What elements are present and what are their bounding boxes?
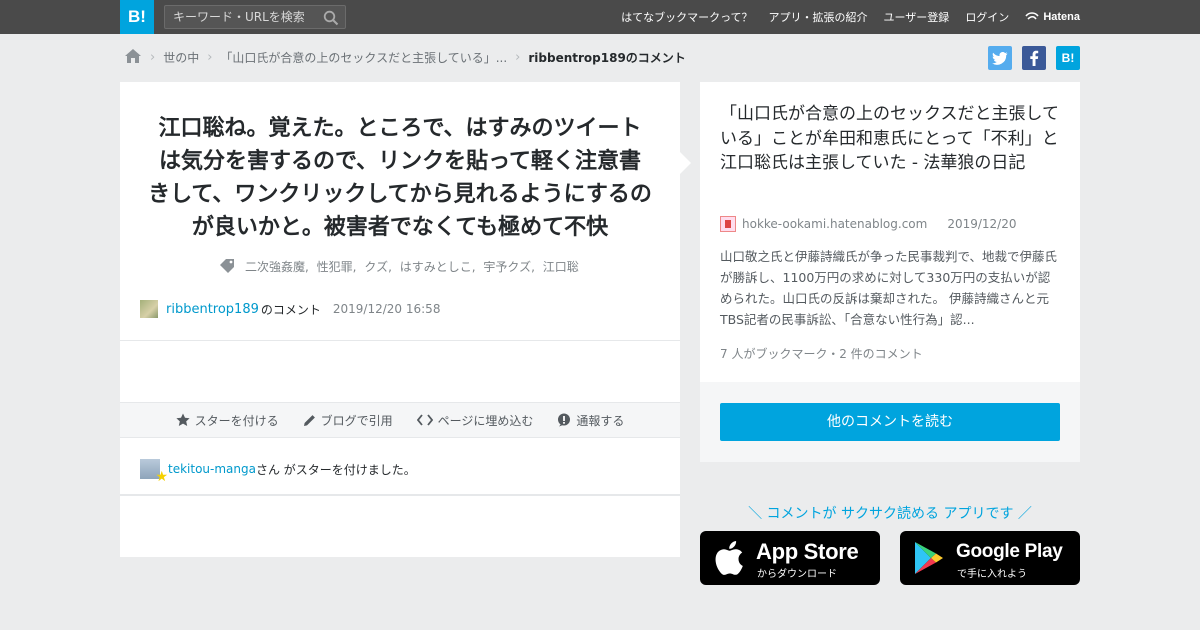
entry-domain-link[interactable]: hokke-ookami.hatenablog.com <box>742 217 927 231</box>
avatar[interactable] <box>140 300 158 318</box>
star-list-item: ★ tekitou-manga さん がスターを付けました。 <box>140 459 416 485</box>
divider <box>120 340 680 341</box>
author-link[interactable]: ribbentrop189 <box>166 302 259 317</box>
site-favicon-icon <box>720 216 736 232</box>
chevron-right-icon: › <box>515 49 521 65</box>
embed-label: ページに埋め込む <box>437 413 534 428</box>
read-more-box: 他のコメントを読む <box>700 382 1080 462</box>
entry-card: 「山口氏が合意の上のセックスだと主張している」ことが牟田和恵氏にとって「不利」と… <box>700 82 1080 382</box>
hatena-brand-text: Hatena <box>1043 11 1080 23</box>
blog-quote-button[interactable]: ブログで引用 <box>303 412 393 429</box>
tag-icon <box>219 259 235 276</box>
breadcrumb-entry[interactable]: 「山口氏が合意の上のセックスだと主張している」... <box>220 49 507 66</box>
apple-icon <box>715 541 743 575</box>
home-icon[interactable] <box>124 48 142 67</box>
tag-link[interactable]: 宇予クズ, <box>483 260 535 274</box>
app-store-title: App Store <box>756 539 859 564</box>
report-button[interactable]: 通報する <box>557 412 624 429</box>
comment-actions: スターを付ける ブログで引用 ページに埋め込む 通報する <box>120 402 680 438</box>
card-pointer <box>680 152 691 174</box>
tag-link[interactable]: はすみとしこ, <box>400 260 476 274</box>
global-header: B! はてなブックマークって？ アプリ・拡張の紹介 ユーザー登録 ログイン Ha… <box>0 0 1200 34</box>
nav-apps[interactable]: アプリ・拡張の紹介 <box>769 9 868 25</box>
comment-datetime[interactable]: 2019/12/20 16:58 <box>333 302 441 316</box>
hatena-bookmark-logo[interactable]: B! <box>120 0 154 34</box>
search-input[interactable] <box>173 9 319 25</box>
entry-summary: 山口敬之氏と伊藤詩織氏が争った民事裁判で、地裁で伊藤氏が勝訴し、1100万円の求… <box>720 249 1058 327</box>
blog-quote-label: ブログで引用 <box>320 413 393 428</box>
entry-meta: hokke-ookami.hatenablog.com 2019/12/20 <box>720 216 1017 232</box>
add-star-button[interactable]: スターを付ける <box>175 412 279 429</box>
hatena-logo-icon <box>1025 12 1039 20</box>
hatena-share-button[interactable]: B! <box>1056 46 1080 70</box>
tag-link[interactable]: 性犯罪, <box>317 260 357 274</box>
google-play-icon <box>915 542 943 574</box>
nav-register[interactable]: ユーザー登録 <box>884 9 950 25</box>
twitter-icon <box>992 51 1008 65</box>
breadcrumb-current: ribbentrop189のコメント <box>528 50 686 65</box>
pencil-icon <box>303 414 315 426</box>
comment-text: 江口聡ね。覚えた。ところで、はすみのツイートは気分を害するので、リンクを貼って軽… <box>148 116 652 240</box>
facebook-icon <box>1030 50 1039 66</box>
alert-icon <box>558 413 571 427</box>
nav-about[interactable]: はてなブックマークって？ <box>621 9 752 25</box>
entry-title-link[interactable]: 「山口氏が合意の上のセックスだと主張している」ことが牟田和恵氏にとって「不利」と… <box>720 102 1064 176</box>
twitter-share-button[interactable] <box>988 46 1012 70</box>
add-star-label: スターを付ける <box>194 413 279 428</box>
tag-link[interactable]: クズ, <box>364 260 392 274</box>
chevron-right-icon: › <box>150 49 156 65</box>
entry-date: 2019/12/20 <box>947 217 1017 231</box>
chevron-right-icon: › <box>207 49 213 65</box>
breadcrumb: › 世の中 › 「山口氏が合意の上のセックスだと主張している」... › rib… <box>124 46 686 68</box>
star-icon: ★ <box>155 469 168 485</box>
tag-link[interactable]: 二次強姦魔, <box>245 260 309 274</box>
share-buttons: B! <box>978 46 1080 70</box>
embed-button[interactable]: ページに埋め込む <box>416 412 534 429</box>
google-play-button[interactable]: Google Play で手に入れよう <box>900 531 1080 585</box>
read-other-comments-button[interactable]: 他のコメントを読む <box>720 403 1060 441</box>
google-play-subtitle: で手に入れよう <box>957 569 1027 580</box>
entry-bookmark-count[interactable]: 7 人がブックマーク・2 件のコメント <box>720 345 923 362</box>
comment-author: ribbentrop189 のコメント 2019/12/20 16:58 <box>140 300 440 318</box>
code-icon <box>416 414 433 426</box>
divider <box>120 494 680 496</box>
app-store-subtitle: からダウンロード <box>757 569 837 580</box>
star-user-link[interactable]: tekitou-manga <box>168 462 256 476</box>
nav-login[interactable]: ログイン <box>965 9 1009 25</box>
avatar[interactable]: ★ <box>140 459 168 485</box>
comment-card: 江口聡ね。覚えた。ところで、はすみのツイートは気分を害するので、リンクを貼って軽… <box>120 82 680 557</box>
comment-tags: 二次強姦魔, 性犯罪, クズ, はすみとしこ, 宇予クズ, 江口聡 <box>120 258 680 276</box>
search-icon[interactable] <box>323 10 339 26</box>
star-icon <box>175 413 190 426</box>
report-label: 通報する <box>576 413 625 428</box>
hatena-brand-link[interactable]: Hatena <box>1025 11 1080 23</box>
top-nav: はてなブックマークって？ アプリ・拡張の紹介 ユーザー登録 ログイン Haten… <box>605 0 1080 34</box>
author-suffix: のコメント <box>260 302 321 317</box>
facebook-share-button[interactable] <box>1022 46 1046 70</box>
breadcrumb-category[interactable]: 世の中 <box>163 49 199 66</box>
search-box <box>164 5 346 29</box>
google-play-title: Google Play <box>956 541 1063 562</box>
tag-link[interactable]: 江口聡 <box>543 260 579 274</box>
app-store-button[interactable]: App Store からダウンロード <box>700 531 880 585</box>
star-message: さん がスターを付けました。 <box>255 462 416 477</box>
app-promo-text: ＼ コメントが サクサク読める アプリです ／ <box>748 506 1032 522</box>
